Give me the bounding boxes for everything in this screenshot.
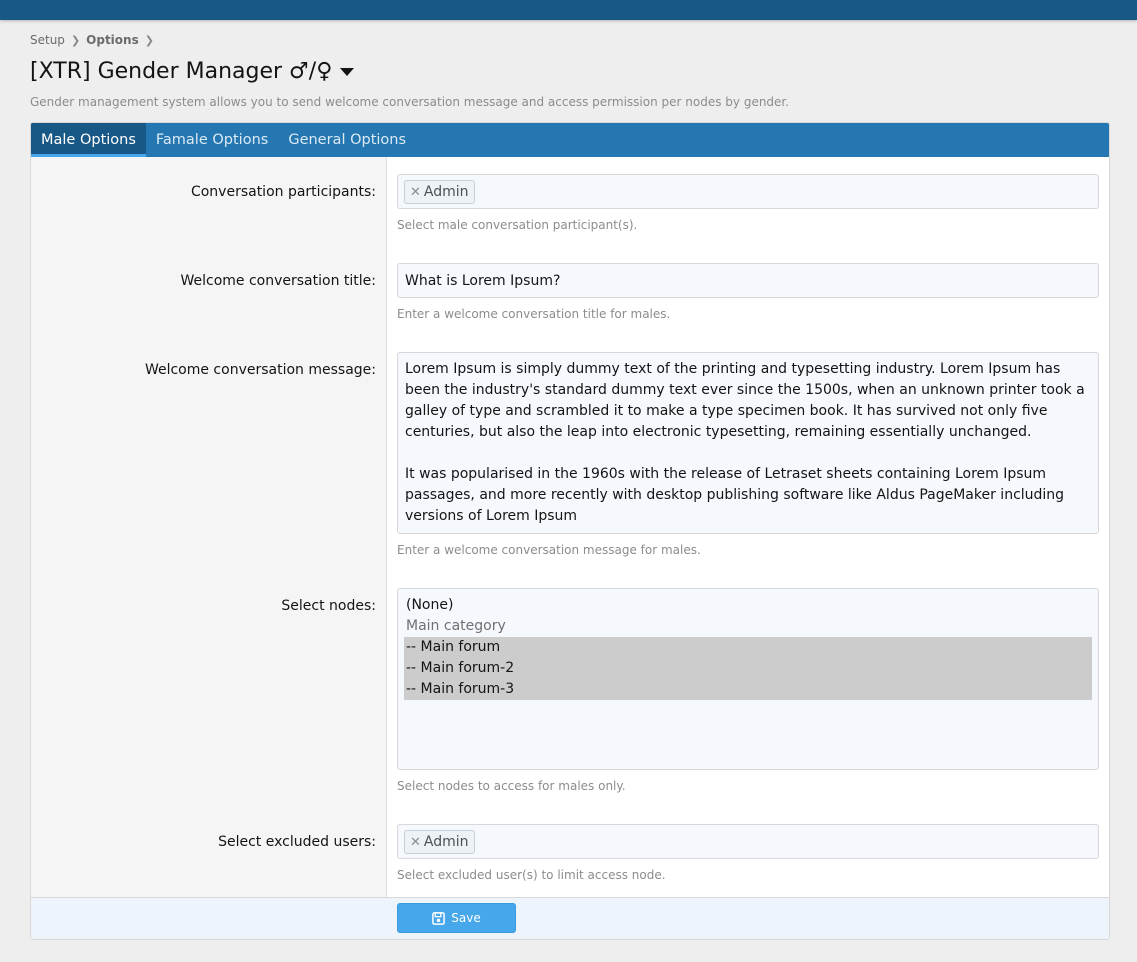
excluded-users-input[interactable]: ✕ Admin: [397, 824, 1099, 859]
label-column: [31, 157, 387, 899]
participant-token-label: Admin: [423, 184, 469, 200]
tab-female-options[interactable]: Famale Options: [146, 123, 278, 157]
participants-label: Conversation participants:: [190, 184, 376, 200]
welcome-message-label: Welcome conversation message:: [144, 362, 376, 378]
node-option-selected[interactable]: -- Main forum-3: [404, 679, 1092, 700]
welcome-message-textarea[interactable]: Lorem Ipsum is simply dummy text of the …: [397, 352, 1099, 534]
excluded-users-hint: Select excluded user(s) to limit access …: [397, 868, 666, 882]
page-title: [XTR] Gender Manager ♂/♀: [30, 59, 333, 84]
select-nodes-label: Select nodes:: [281, 598, 376, 614]
page-description: Gender management system allows you to s…: [30, 95, 790, 109]
node-option-selected[interactable]: -- Main forum-2: [404, 658, 1092, 679]
excluded-user-token: ✕ Admin: [404, 830, 475, 854]
node-option-selected[interactable]: -- Main forum: [404, 637, 1092, 658]
welcome-title-input[interactable]: What is Lorem Ipsum?: [397, 263, 1099, 298]
tab-male-options[interactable]: Male Options: [31, 123, 146, 157]
participants-hint: Select male conversation participant(s).: [397, 218, 638, 232]
breadcrumb-options-link[interactable]: Options: [86, 33, 139, 47]
breadcrumb-setup-link[interactable]: Setup: [30, 33, 65, 47]
options-block: Male Options Famale Options General Opti…: [30, 122, 1110, 940]
node-option[interactable]: (None): [404, 595, 1092, 616]
save-button-label: Save: [451, 911, 481, 925]
chevron-right-icon: ❯: [70, 33, 81, 47]
remove-token-icon[interactable]: ✕: [410, 185, 421, 200]
excluded-users-label: Select excluded users:: [218, 834, 376, 850]
top-header-bar: [0, 0, 1137, 20]
nodes-select-list[interactable]: (None) Main category -- Main forum -- Ma…: [397, 588, 1099, 770]
save-icon: [432, 911, 446, 925]
welcome-title-label: Welcome conversation title:: [180, 273, 376, 289]
form-footer: Save: [31, 897, 1109, 939]
tab-bar: Male Options Famale Options General Opti…: [31, 123, 1109, 157]
save-button[interactable]: Save: [397, 903, 516, 933]
select-nodes-hint: Select nodes to access for males only.: [397, 779, 626, 793]
excluded-user-token-label: Admin: [423, 834, 469, 850]
welcome-title-hint: Enter a welcome conversation title for m…: [397, 307, 671, 321]
participants-input[interactable]: ✕ Admin: [397, 174, 1099, 209]
welcome-message-hint: Enter a welcome conversation message for…: [397, 543, 701, 557]
chevron-right-icon: ❯: [144, 33, 154, 47]
remove-token-icon[interactable]: ✕: [410, 835, 421, 850]
tab-general-options[interactable]: General Options: [278, 123, 416, 157]
caret-down-icon[interactable]: [340, 67, 355, 76]
node-option-group: Main category: [406, 618, 506, 634]
form-body: Conversation participants: ✕ Admin Selec…: [31, 157, 1109, 899]
page-title-row: [XTR] Gender Manager ♂/♀: [30, 59, 355, 84]
breadcrumb: Setup ❯ Options ❯: [30, 33, 160, 47]
participant-token: ✕ Admin: [404, 180, 475, 204]
